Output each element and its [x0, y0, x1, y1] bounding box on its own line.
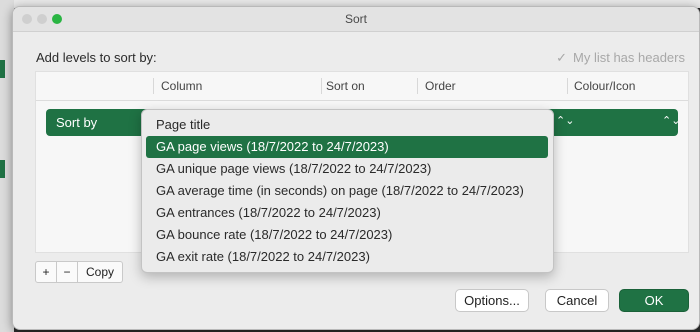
level-controls: + − Copy	[35, 261, 123, 283]
my-list-has-headers-checkbox[interactable]: ✓ My list has headers	[556, 50, 685, 66]
cancel-button[interactable]: Cancel	[545, 289, 609, 312]
remove-level-button[interactable]: −	[57, 261, 78, 283]
menu-item-ga-average-time[interactable]: GA average time (in seconds) on page (18…	[146, 180, 548, 202]
column-header-sort-on: Sort on	[326, 79, 365, 93]
order-stepper-icon[interactable]: ⌃⌄	[556, 114, 574, 127]
column-separator	[321, 78, 322, 94]
menu-item-ga-entrances[interactable]: GA entrances (18/7/2022 to 24/7/2023)	[146, 202, 548, 224]
column-header-colour-icon: Colour/Icon	[574, 79, 636, 93]
column-separator	[417, 78, 418, 94]
window-title: Sort	[344, 12, 367, 26]
background-marker	[0, 60, 5, 78]
checkmark-icon: ✓	[556, 50, 567, 65]
column-separator	[153, 78, 154, 94]
menu-item-ga-page-views[interactable]: GA page views (18/7/2022 to 24/7/2023)	[146, 136, 548, 158]
add-levels-label: Add levels to sort by:	[36, 50, 157, 65]
sort-by-label: Sort by	[56, 115, 98, 130]
copy-level-button[interactable]: Copy	[78, 261, 123, 283]
menu-item-ga-unique-page-views[interactable]: GA unique page views (18/7/2022 to 24/7/…	[146, 158, 548, 180]
colour-icon-stepper-icon[interactable]: ⌃⌄	[662, 114, 680, 127]
ok-button[interactable]: OK	[619, 289, 689, 312]
options-button[interactable]: Options...	[455, 289, 529, 312]
my-list-has-headers-label: My list has headers	[573, 50, 685, 65]
column-header-order: Order	[425, 79, 456, 93]
column-header-column: Column	[161, 79, 203, 93]
menu-item-page-title[interactable]: Page title	[146, 114, 548, 136]
title-bar: Sort	[13, 7, 699, 32]
column-separator	[567, 78, 568, 94]
column-dropdown-menu: Page title GA page views (18/7/2022 to 2…	[141, 109, 554, 273]
background-marker	[0, 160, 5, 178]
add-level-button[interactable]: +	[35, 261, 57, 283]
menu-item-ga-exit-rate[interactable]: GA exit rate (18/7/2022 to 24/7/2023)	[146, 246, 548, 268]
menu-item-ga-bounce-rate[interactable]: GA bounce rate (18/7/2022 to 24/7/2023)	[146, 224, 548, 246]
